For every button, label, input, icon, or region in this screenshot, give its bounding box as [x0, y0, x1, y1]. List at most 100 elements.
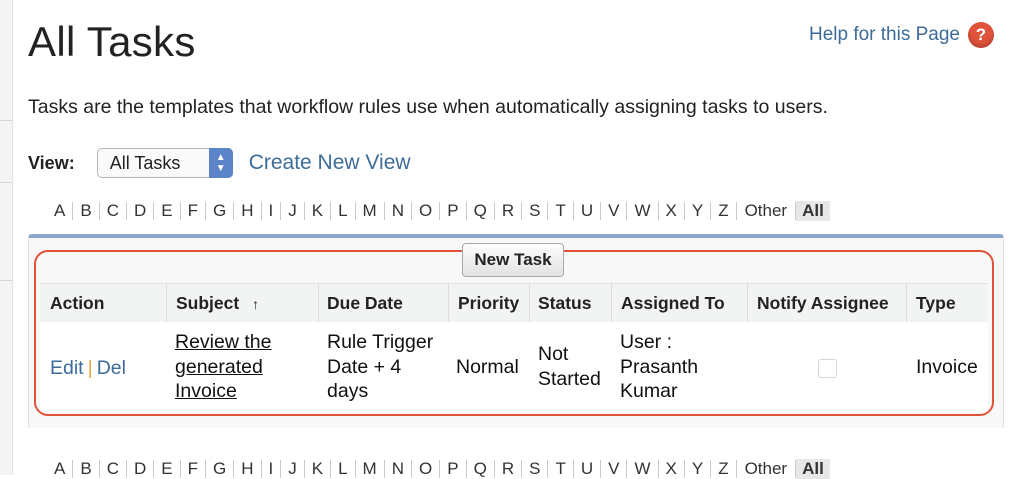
alphabet-filter-g[interactable]: G	[206, 202, 235, 220]
create-new-view-link[interactable]: Create New View	[249, 151, 411, 175]
alphabet-filter-x[interactable]: X	[659, 202, 685, 220]
status-line: Not	[538, 343, 569, 365]
col-header-status[interactable]: Status	[538, 293, 591, 314]
assigned-to-line: User :	[620, 331, 673, 353]
alphabet-filter-c[interactable]: C	[100, 202, 127, 220]
alphabet-filter-y[interactable]: Y	[685, 460, 712, 478]
subject-cell: Review the generated Invoice	[175, 330, 271, 404]
alphabet-filter-q[interactable]: Q	[467, 202, 495, 220]
column-divider	[448, 284, 449, 322]
alphabet-filter-m[interactable]: M	[356, 202, 385, 220]
alphabet-filter-n[interactable]: N	[385, 202, 412, 220]
alphabet-filter-r[interactable]: R	[495, 460, 523, 478]
alphabet-filter-g[interactable]: G	[206, 460, 235, 478]
alphabet-filter-p[interactable]: P	[440, 202, 467, 220]
alphabet-filter-h[interactable]: H	[234, 460, 262, 478]
alphabet-filter-b[interactable]: B	[73, 460, 100, 478]
view-label: View:	[28, 152, 75, 173]
alphabet-filter-u[interactable]: U	[574, 460, 602, 478]
alphabet-filter-w[interactable]: W	[627, 202, 659, 220]
subject-line: Invoice	[175, 380, 237, 402]
alphabet-filter-all[interactable]: All	[796, 459, 830, 479]
subject-line: generated	[175, 355, 263, 378]
due-date-cell: Rule Trigger Date + 4 days	[327, 330, 433, 404]
alphabet-filter-r[interactable]: R	[495, 202, 523, 220]
col-header-subject[interactable]: Subject ↑	[176, 293, 259, 314]
alphabet-filter-d[interactable]: D	[127, 202, 155, 220]
help-link[interactable]: Help for this Page	[809, 24, 960, 46]
edit-link[interactable]: Edit	[50, 357, 84, 379]
type-cell: Invoice	[916, 356, 978, 378]
alphabet-filter-p[interactable]: P	[440, 460, 467, 478]
task-subject-link[interactable]: Review the generated Invoice	[175, 331, 271, 402]
column-divider	[747, 284, 748, 322]
alphabet-filter-y[interactable]: Y	[685, 202, 712, 220]
alphabet-filter-c[interactable]: C	[100, 460, 127, 478]
priority-cell: Normal	[456, 356, 519, 378]
due-date-line: days	[327, 380, 369, 402]
alphabet-filter-a[interactable]: A	[47, 460, 74, 478]
subject-line: Review the	[175, 331, 272, 353]
alphabet-filter-f[interactable]: F	[181, 460, 206, 478]
left-edge-tick	[0, 120, 12, 121]
alphabet-filter-s[interactable]: S	[522, 202, 549, 220]
alphabet-filter-e[interactable]: E	[154, 460, 181, 478]
alphabet-filter-d[interactable]: D	[127, 460, 155, 478]
col-header-assigned-to[interactable]: Assigned To	[621, 293, 725, 314]
column-divider	[611, 284, 612, 322]
alphabet-filter-k[interactable]: K	[305, 202, 332, 220]
col-header-priority[interactable]: Priority	[458, 293, 519, 314]
alphabet-filter-h[interactable]: H	[234, 202, 262, 220]
alphabet-filter-b[interactable]: B	[73, 202, 100, 220]
alphabet-filter-o[interactable]: O	[412, 460, 441, 478]
alphabet-filter-f[interactable]: F	[181, 202, 206, 220]
alphabet-filter-j[interactable]: J	[281, 202, 305, 220]
alphabet-filter-k[interactable]: K	[305, 460, 332, 478]
view-select[interactable]: All Tasks ▲ ▼	[96, 148, 233, 178]
col-header-type[interactable]: Type	[916, 293, 956, 314]
alphabet-filter-v[interactable]: V	[601, 460, 628, 478]
alphabet-filter-t[interactable]: T	[548, 460, 574, 478]
notify-assignee-checkbox[interactable]	[818, 359, 837, 378]
alphabet-filter-z[interactable]: Z	[711, 460, 737, 478]
alphabet-filter-n[interactable]: N	[385, 460, 412, 478]
left-edge-tick	[0, 182, 12, 183]
assigned-to-cell: User : Prasanth Kumar	[620, 330, 698, 404]
sort-ascending-icon: ↑	[252, 296, 260, 312]
alphabet-filter-e[interactable]: E	[154, 202, 181, 220]
alphabet-filter-other[interactable]: Other	[737, 202, 797, 220]
left-edge-tick	[0, 280, 12, 281]
col-header-notify-assignee[interactable]: Notify Assignee	[757, 293, 889, 314]
status-line: Started	[538, 367, 601, 390]
alphabet-filter-j[interactable]: J	[281, 460, 305, 478]
alphabet-filter-l[interactable]: L	[331, 460, 356, 478]
alphabet-filter-q[interactable]: Q	[467, 460, 495, 478]
alphabet-filter-other[interactable]: Other	[737, 460, 797, 478]
alphabet-filter-i[interactable]: I	[262, 202, 282, 220]
alphabet-filter-z[interactable]: Z	[711, 202, 737, 220]
action-separator: |	[87, 357, 93, 379]
assigned-to-line: Prasanth	[620, 355, 699, 378]
alphabet-filter-t[interactable]: T	[548, 202, 574, 220]
alphabet-filter-s[interactable]: S	[522, 460, 549, 478]
column-divider	[166, 284, 167, 322]
help-question-icon[interactable]: ?	[968, 22, 994, 48]
column-divider	[529, 284, 530, 322]
alphabet-filter-u[interactable]: U	[574, 202, 602, 220]
alphabet-filter-x[interactable]: X	[659, 460, 685, 478]
alphabet-filter-w[interactable]: W	[627, 460, 659, 478]
alphabet-filter-l[interactable]: L	[331, 202, 356, 220]
alphabet-filter-all[interactable]: All	[796, 201, 830, 221]
new-task-button[interactable]: New Task	[462, 243, 564, 277]
help-section: Help for this Page ?	[809, 22, 994, 48]
alphabet-filter-a[interactable]: A	[47, 202, 74, 220]
column-divider	[318, 284, 319, 322]
alphabet-filter-o[interactable]: O	[412, 202, 441, 220]
alphabet-filter-i[interactable]: I	[262, 460, 282, 478]
alphabet-filter-v[interactable]: V	[601, 202, 628, 220]
col-header-due-date[interactable]: Due Date	[327, 293, 403, 314]
alphabet-filter-m[interactable]: M	[356, 460, 385, 478]
delete-link[interactable]: Del	[97, 357, 126, 379]
row-actions: Edit | Del	[50, 357, 126, 380]
col-header-action: Action	[50, 293, 105, 313]
